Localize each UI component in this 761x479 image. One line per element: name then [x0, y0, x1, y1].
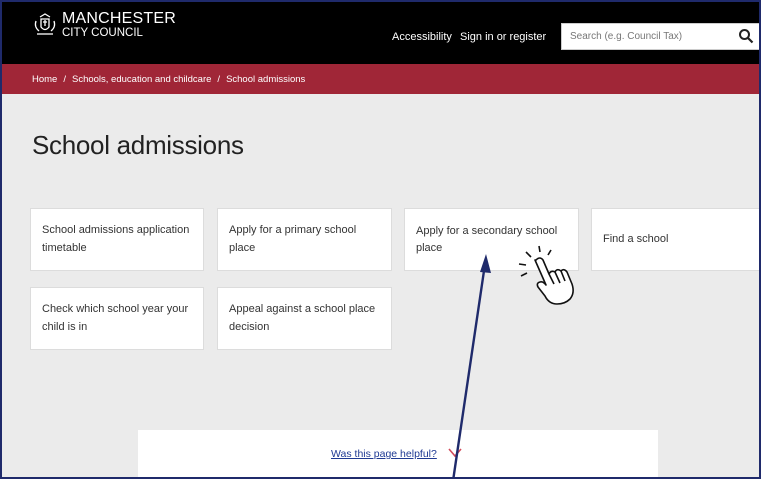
sign-in-link[interactable]: Sign in or register	[460, 31, 546, 43]
breadcrumb-current: School admissions	[226, 73, 306, 85]
chevron-down-icon[interactable]	[448, 448, 462, 458]
breadcrumb-schools[interactable]: Schools, education and childcare	[72, 74, 211, 85]
logo-line-2: CITY COUNCIL	[62, 27, 143, 39]
card-admissions-timetable[interactable]: School admissions application timetable	[30, 208, 204, 271]
card-label: Appeal against a school place decision	[229, 303, 376, 333]
breadcrumb-separator: /	[217, 73, 221, 85]
breadcrumb-separator: /	[63, 73, 66, 85]
site-header: MANCHESTER CITY COUNCIL Accessibility Si…	[2, 2, 759, 64]
card-label: School admissions application timetable	[42, 224, 190, 254]
breadcrumb-home[interactable]: Home	[32, 74, 57, 85]
card-label: Find a school	[603, 232, 669, 245]
page-title: School admissions	[32, 130, 244, 160]
page-helpful-link[interactable]: Was this page helpful?	[331, 448, 437, 460]
card-school-year[interactable]: Check which school year your child is in	[30, 287, 204, 350]
card-apply-primary[interactable]: Apply for a primary school place	[217, 208, 392, 271]
search-icon[interactable]	[738, 28, 754, 44]
feedback-panel: Was this page helpful?	[138, 430, 658, 477]
card-appeal[interactable]: Appeal against a school place decision	[217, 287, 392, 350]
logo-text: MANCHESTER CITY COUNCIL	[62, 11, 176, 40]
coat-of-arms-icon	[34, 13, 56, 35]
card-find-school[interactable]: Find a school	[591, 208, 759, 271]
card-apply-secondary[interactable]: Apply for a secondary school place	[404, 208, 579, 271]
breadcrumb: Home / Schools, education and childcare …	[2, 64, 759, 94]
card-label: Check which school year your child is in	[42, 303, 189, 333]
council-logo[interactable]: MANCHESTER CITY COUNCIL	[32, 11, 176, 40]
search-box	[561, 23, 759, 50]
card-label: Apply for a primary school place	[229, 224, 357, 254]
search-input[interactable]	[562, 24, 738, 49]
accessibility-link[interactable]: Accessibility	[392, 31, 452, 43]
logo-line-1: MANCHESTER	[62, 10, 177, 27]
browser-viewport: MANCHESTER CITY COUNCIL Accessibility Si…	[0, 0, 761, 479]
card-label: Apply for a secondary school place	[416, 225, 558, 255]
